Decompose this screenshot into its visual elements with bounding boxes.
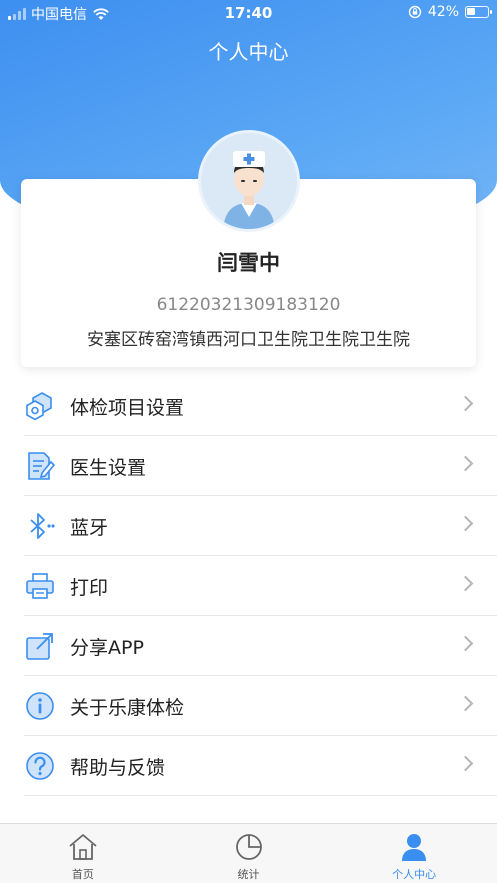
menu-item-label: 体检项目设置: [70, 396, 185, 419]
status-bar: 中国电信 17:40 42%: [0, 0, 497, 26]
document-edit-icon: [24, 450, 56, 482]
chevron-right-icon: [457, 395, 474, 412]
chevron-right-icon: [457, 755, 474, 772]
chevron-right-icon: [457, 455, 474, 472]
tab-label: 首页: [71, 868, 94, 881]
chevron-right-icon: [457, 575, 474, 592]
tab-statistics[interactable]: 统计: [166, 824, 332, 883]
share-icon: [24, 630, 56, 662]
bluetooth-icon: [24, 510, 56, 542]
printer-icon: [24, 570, 56, 602]
tab-profile[interactable]: 个人中心: [331, 824, 497, 883]
settings-menu: 体检项目设置 医生设置 蓝牙 打印 分享APP 关于乐康体检 帮助与反馈: [0, 376, 497, 796]
doctor-avatar-icon: [201, 133, 297, 229]
hexagon-settings-icon: [24, 390, 56, 422]
menu-item-label: 关于乐康体检: [70, 696, 185, 719]
help-icon: [24, 750, 56, 782]
menu-item-print[interactable]: 打印: [0, 556, 497, 616]
rotation-lock-icon: [408, 5, 422, 19]
tab-label: 统计: [237, 868, 260, 881]
tab-label: 个人中心: [392, 868, 437, 881]
menu-item-exam-settings[interactable]: 体检项目设置: [0, 376, 497, 436]
chevron-right-icon: [457, 515, 474, 532]
chevron-right-icon: [457, 635, 474, 652]
menu-item-doctor-settings[interactable]: 医生设置: [0, 436, 497, 496]
info-icon: [24, 690, 56, 722]
tab-bar: 首页 统计 个人中心: [0, 823, 497, 883]
page-title: 个人中心: [208, 40, 289, 64]
user-organization: 安塞区砖窑湾镇西河口卫生院卫生院卫生院: [87, 330, 410, 350]
home-icon: [68, 832, 98, 862]
menu-item-bluetooth[interactable]: 蓝牙: [0, 496, 497, 556]
menu-item-label: 打印: [70, 576, 109, 599]
menu-item-label: 帮助与反馈: [70, 756, 166, 779]
menu-item-about[interactable]: 关于乐康体检: [0, 676, 497, 736]
user-id-number: 61220321309183120: [156, 295, 341, 315]
menu-item-label: 分享APP: [70, 636, 144, 659]
menu-item-label: 蓝牙: [70, 516, 109, 539]
user-name: 闫雪中: [217, 251, 280, 275]
person-icon: [399, 832, 429, 862]
status-right: 42%: [408, 4, 492, 20]
menu-item-label: 医生设置: [70, 456, 147, 479]
menu-item-share-app[interactable]: 分享APP: [0, 616, 497, 676]
tab-home[interactable]: 首页: [0, 824, 166, 883]
avatar[interactable]: [198, 130, 300, 232]
menu-item-help-feedback[interactable]: 帮助与反馈: [0, 736, 497, 796]
chevron-right-icon: [457, 695, 474, 712]
battery-icon: [465, 6, 492, 18]
pie-chart-icon: [234, 832, 264, 862]
battery-percent: 42%: [427, 4, 459, 20]
